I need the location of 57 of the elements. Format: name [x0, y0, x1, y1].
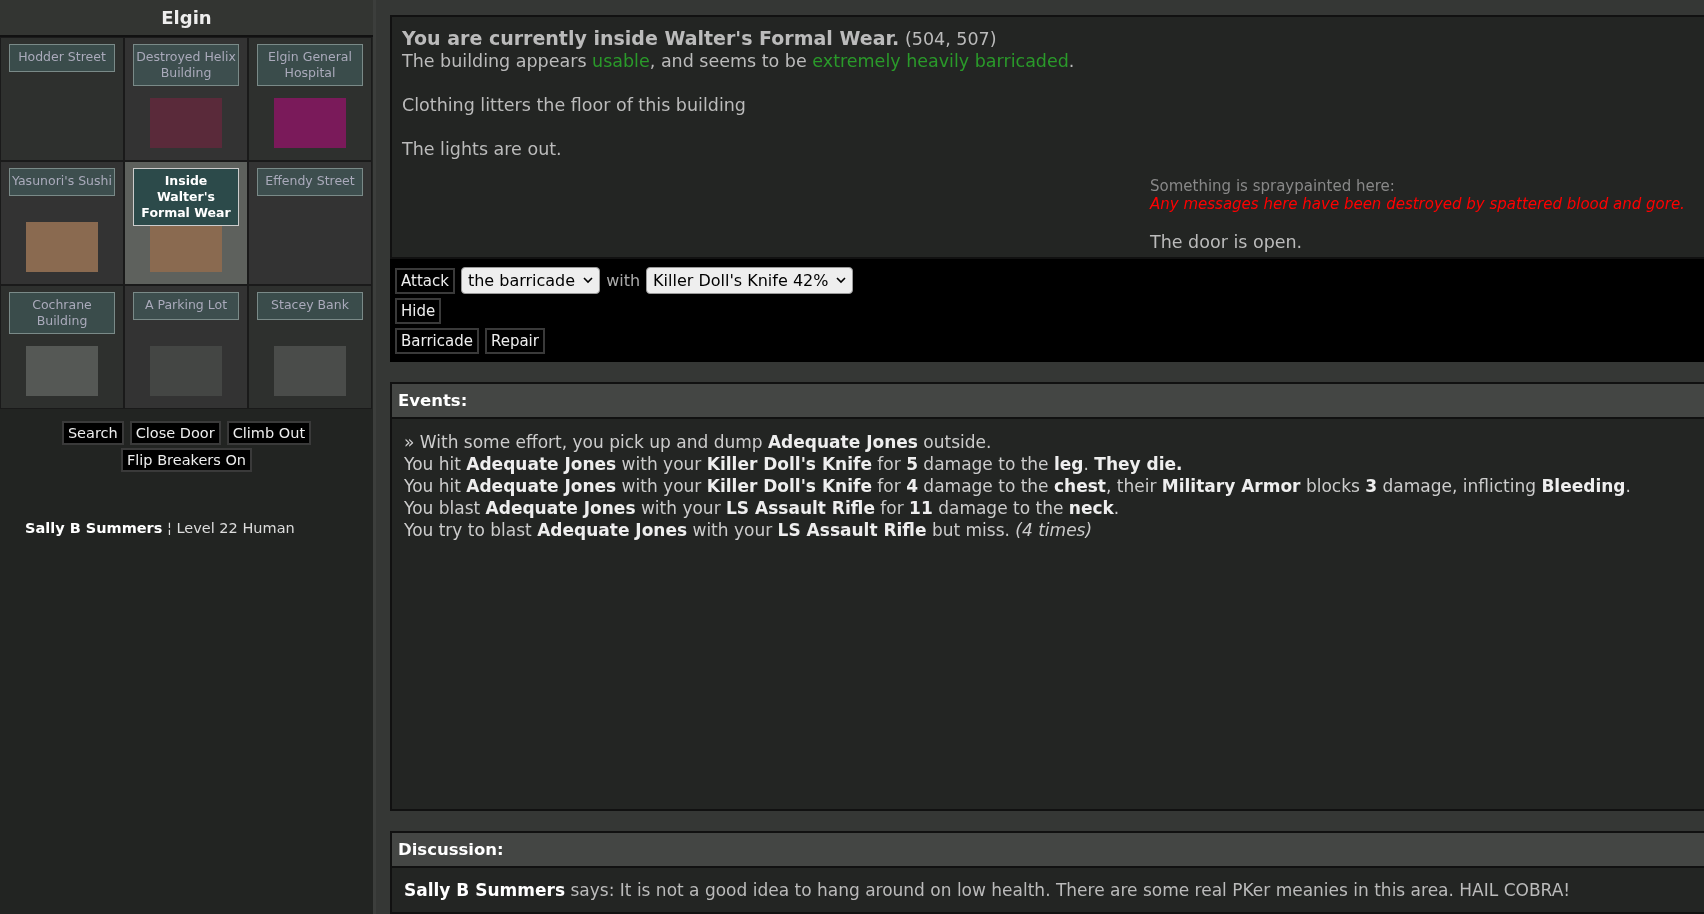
building-status: The building appears usable, and seems to be extremely heavily barricaded.	[402, 50, 1076, 72]
message-text: says: It is not a good idea to hang around on low health. There are some real PKer meanies in this area. HAIL COBRA!	[570, 880, 1571, 900]
tile-label[interactable]: Effendy Street	[257, 168, 363, 196]
speaker-name: Sally B Summers	[404, 880, 566, 900]
town-title: Elgin	[0, 0, 373, 37]
tile-label[interactable]: Stacey Bank	[257, 292, 363, 320]
tile-label[interactable]: A Parking Lot	[133, 292, 239, 320]
action-button[interactable]: Flip Breakers On	[120, 448, 253, 472]
tile-label[interactable]: Inside Walter's Formal Wear	[133, 168, 239, 226]
map-tile[interactable]: A Parking Lot	[124, 285, 248, 409]
map-tile[interactable]: Hodder Street	[0, 37, 124, 161]
tile-label[interactable]: Yasunori's Sushi	[9, 168, 115, 196]
building-block	[274, 98, 346, 148]
building-block	[26, 346, 98, 396]
chevron-icon	[836, 277, 847, 285]
map-tile[interactable]: Effendy Street	[248, 161, 372, 285]
tile-label[interactable]: Elgin General Hospital	[257, 44, 363, 86]
with-label: with	[606, 271, 641, 291]
event-line: » With some effort, you pick up and dump Adequate Jones outside.	[404, 431, 993, 454]
spraypaint-message: Any messages here have been destroyed by spattered blood and gore.	[1150, 195, 1685, 213]
chevron-icon	[583, 277, 594, 285]
spraypaint-label: Something is spraypainted here:	[1150, 177, 1396, 195]
building-block	[274, 346, 346, 396]
coordinates: (504, 507)	[904, 29, 997, 49]
events-header: Events:	[392, 384, 1704, 420]
tile-label[interactable]: Hodder Street	[9, 44, 115, 72]
action-button[interactable]: Attack	[395, 267, 455, 294]
character-level: Level 22 Human	[176, 520, 295, 536]
character-name: Sally B Summers	[25, 520, 163, 536]
map-tile[interactable]: Yasunori's Sushi	[0, 161, 124, 285]
map-tile[interactable]: Destroyed Helix Building	[124, 37, 248, 161]
event-line: You try to blast Adequate Jones with your LS Assault Rifle but miss. (4 times)	[404, 519, 1094, 542]
discussion-header: Discussion:	[392, 833, 1704, 868]
description-text: The lights are out.	[402, 138, 563, 160]
event-line: You blast Adequate Jones with your LS Assault Rifle for 11 damage to the neck.	[404, 497, 1121, 520]
map-tile[interactable]: Stacey Bank	[248, 285, 372, 409]
map-tile[interactable]: Cochrane Building	[0, 285, 124, 409]
tile-label[interactable]: Cochrane Building	[9, 292, 115, 334]
dropdown[interactable]: the barricade	[460, 267, 601, 295]
map-tile[interactable]: Inside Walter's Formal Wear	[124, 161, 248, 285]
building-block	[150, 98, 222, 148]
action-button[interactable]: Barricade	[395, 328, 479, 355]
action-button[interactable]: Search	[61, 421, 124, 445]
tile-label[interactable]: Destroyed Helix Building	[133, 44, 239, 86]
description-text: Clothing litters the floor of this building	[402, 94, 747, 116]
door-status: The door is open.	[1150, 232, 1303, 252]
action-button[interactable]: Hide	[395, 298, 442, 325]
action-button[interactable]: Close Door	[129, 421, 221, 445]
separator: ¦	[167, 520, 172, 536]
action-button[interactable]: Climb Out	[226, 421, 312, 445]
building-block	[26, 222, 98, 272]
action-button[interactable]: Repair	[484, 328, 545, 355]
location-heading: You are currently inside Walter's Formal Wear.	[402, 27, 900, 49]
event-line: You hit Adequate Jones with your Killer Doll's Knife for 4 damage to the chest, their Military Armor blocks 3 damage, inflicting Bleeding.	[404, 475, 1632, 498]
map-tile[interactable]: Elgin General Hospital	[248, 37, 372, 161]
event-line: You hit Adequate Jones with your Killer Doll's Knife for 5 damage to the leg. They die.	[404, 453, 1184, 476]
dropdown[interactable]: Killer Doll's Knife 42%	[646, 267, 854, 295]
